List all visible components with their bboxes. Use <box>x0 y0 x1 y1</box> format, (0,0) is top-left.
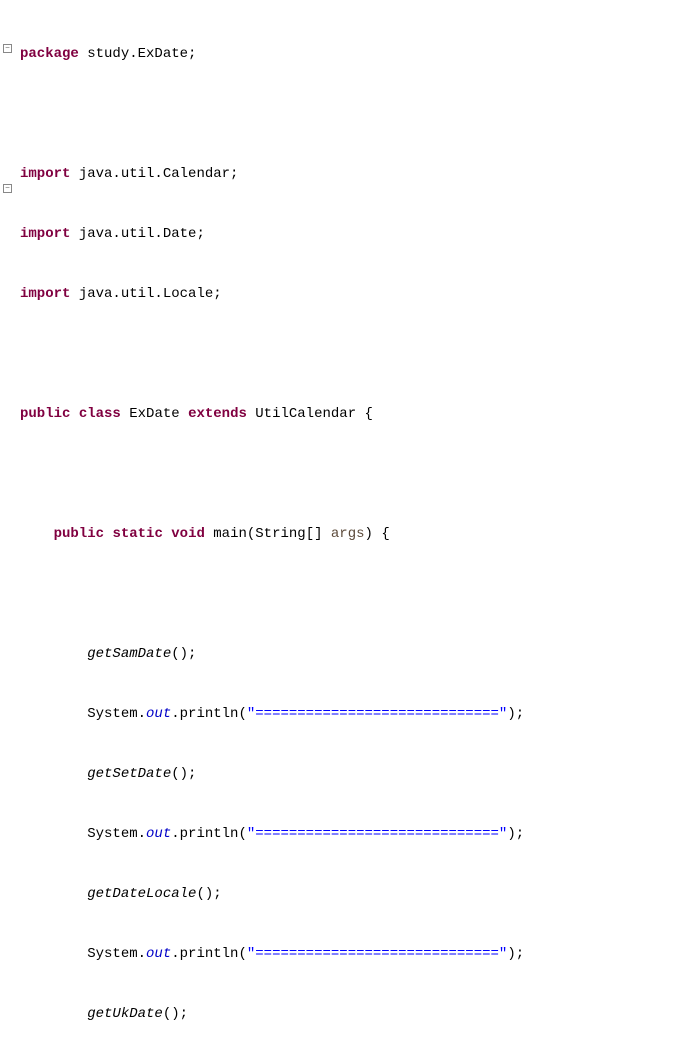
code-area[interactable]: package study.ExDate; import java.util.C… <box>16 0 683 521</box>
code-line <box>20 104 683 124</box>
keyword-import: import <box>20 166 70 182</box>
code-line: getSetDate(); <box>20 764 683 784</box>
string-literal: "=============================" <box>247 706 507 722</box>
method-sig: main(String[] <box>205 526 331 542</box>
method-call: getDateLocale <box>87 886 196 902</box>
keyword-import: import <box>20 226 70 242</box>
keyword-import: import <box>20 286 70 302</box>
keyword-void: void <box>171 526 205 542</box>
code-line <box>20 344 683 364</box>
keyword-public: public <box>54 526 104 542</box>
code-line: getSamDate(); <box>20 644 683 664</box>
fold-marker-method[interactable]: − <box>3 184 12 193</box>
code-line <box>20 584 683 604</box>
static-out: out <box>146 946 171 962</box>
code-editor: − − package study.ExDate; import java.ut… <box>0 0 683 521</box>
import-path: java.util.Locale; <box>70 286 221 302</box>
string-literal: "=============================" <box>247 946 507 962</box>
static-out: out <box>146 706 171 722</box>
keyword-static: static <box>112 526 162 542</box>
gutter: − − <box>0 0 16 521</box>
static-out: out <box>146 826 171 842</box>
code-line: getUkDate(); <box>20 1004 683 1024</box>
code-line: import java.util.Locale; <box>20 284 683 304</box>
code-line: import java.util.Date; <box>20 224 683 244</box>
code-line <box>20 464 683 484</box>
code-line: public class ExDate extends UtilCalendar… <box>20 404 683 424</box>
method-call: getSetDate <box>87 766 171 782</box>
keyword-public: public <box>20 406 70 422</box>
fold-marker-imports[interactable]: − <box>3 44 12 53</box>
keyword-extends: extends <box>188 406 247 422</box>
code-line: package study.ExDate; <box>20 44 683 64</box>
import-path: java.util.Date; <box>70 226 204 242</box>
keyword-package: package <box>20 46 79 62</box>
code-line: getDateLocale(); <box>20 884 683 904</box>
code-line: public static void main(String[] args) { <box>20 524 683 544</box>
keyword-class: class <box>79 406 121 422</box>
package-path: study.ExDate; <box>79 46 197 62</box>
super-class: UtilCalendar { <box>247 406 373 422</box>
code-line: import java.util.Calendar; <box>20 164 683 184</box>
param-name: args <box>331 526 365 542</box>
code-line: System.out.println("====================… <box>20 704 683 724</box>
string-literal: "=============================" <box>247 826 507 842</box>
code-line: System.out.println("====================… <box>20 944 683 964</box>
import-path: java.util.Calendar; <box>70 166 238 182</box>
class-name: ExDate <box>121 406 188 422</box>
method-call: getUkDate <box>87 1006 163 1022</box>
method-call: getSamDate <box>87 646 171 662</box>
code-line: System.out.println("====================… <box>20 824 683 844</box>
